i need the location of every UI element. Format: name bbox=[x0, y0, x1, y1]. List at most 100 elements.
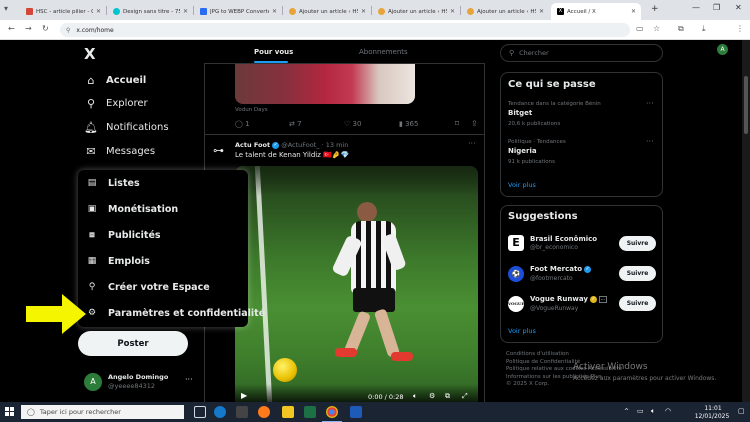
close-icon[interactable]: ✕ bbox=[450, 8, 455, 15]
more-icon[interactable]: ··· bbox=[185, 375, 193, 384]
menu-icon[interactable]: ⋮ bbox=[736, 24, 744, 33]
word-icon[interactable] bbox=[350, 406, 362, 418]
site-info-icon[interactable]: ⚲ bbox=[66, 27, 70, 34]
store-icon[interactable] bbox=[236, 406, 248, 418]
task-view-icon[interactable] bbox=[194, 406, 206, 418]
close-icon[interactable]: ✕ bbox=[183, 8, 188, 15]
close-icon[interactable]: ✕ bbox=[361, 8, 366, 15]
author-avatar[interactable]: ⊶ bbox=[213, 144, 231, 162]
footer-link[interactable]: Conditions d'utilisation bbox=[506, 351, 656, 359]
address-bar[interactable]: ⚲ x.com/home bbox=[60, 23, 630, 37]
menu-item-emplois[interactable]: ▦ Emplois bbox=[86, 255, 150, 267]
repost-button[interactable]: ⇄ 7 bbox=[289, 120, 302, 128]
close-icon[interactable]: ✕ bbox=[631, 8, 636, 15]
close-icon[interactable]: ✕ bbox=[96, 8, 101, 15]
sidebar-item-accueil[interactable]: ⌂ Accueil bbox=[84, 73, 147, 87]
follow-button[interactable]: Suivre bbox=[619, 236, 656, 251]
x-logo[interactable]: X bbox=[84, 45, 96, 63]
menu-item-creer-espace[interactable]: ⚲ Créer votre Espace bbox=[86, 281, 210, 293]
menu-item-publicites[interactable]: ⧈ Publicités bbox=[86, 229, 160, 241]
browser-tab[interactable]: Ajouter un article ‹ HS ✕ bbox=[283, 3, 371, 20]
taskbar-search[interactable]: ◯ Taper ici pour rechercher bbox=[21, 405, 184, 419]
notifications-icon[interactable]: ▢ bbox=[738, 407, 745, 415]
avatar[interactable]: E bbox=[508, 235, 524, 251]
reply-button[interactable]: ◯ 1 bbox=[235, 120, 250, 128]
back-icon[interactable]: ← bbox=[8, 24, 15, 33]
browser-tab[interactable]: Ajouter un article ‹ HS ✕ bbox=[461, 3, 549, 20]
download-icon[interactable]: ⤓ bbox=[702, 24, 706, 34]
account-switcher[interactable]: A Angelo Domingo @yeeee84312 ··· bbox=[84, 371, 204, 397]
suggestions-show-more[interactable]: Voir plus bbox=[508, 327, 536, 335]
post-button[interactable]: Poster bbox=[78, 331, 188, 356]
maximize-icon[interactable]: ❐ bbox=[713, 3, 720, 12]
reload-icon[interactable]: ↻ bbox=[42, 24, 49, 33]
profile-avatar[interactable]: A bbox=[717, 44, 728, 55]
tab-abonnements[interactable]: Abonnements bbox=[359, 48, 408, 56]
scrollbar-thumb[interactable] bbox=[744, 76, 748, 134]
like-button[interactable]: ♡ 30 bbox=[344, 120, 361, 128]
volume-icon[interactable]: 🔈︎ bbox=[651, 407, 655, 416]
close-icon[interactable]: ✕ bbox=[539, 8, 544, 15]
browser-tab[interactable]: Design sans titre - 750 ✕ bbox=[107, 3, 193, 20]
views-button[interactable]: ▮ 365 bbox=[399, 120, 418, 128]
settings-icon[interactable]: ⚙ bbox=[429, 392, 435, 400]
firefox-icon[interactable] bbox=[258, 406, 270, 418]
follow-button[interactable]: Suivre bbox=[619, 296, 656, 311]
menu-item-listes[interactable]: ▤ Listes bbox=[86, 177, 140, 189]
file-explorer-icon[interactable] bbox=[282, 406, 294, 418]
post-video[interactable]: ▶ 0:00 / 0:28 🔈︎ ⚙ ⧉ ⤢ bbox=[235, 166, 478, 402]
edge-icon[interactable] bbox=[214, 406, 226, 418]
avatar[interactable]: VOGUE bbox=[508, 296, 524, 312]
tray-chevron-icon[interactable]: ^ bbox=[624, 408, 629, 415]
pip-icon[interactable]: ⧉ bbox=[445, 392, 450, 401]
network-icon[interactable]: ▭ bbox=[637, 407, 644, 415]
share-icon[interactable]: ⇪ bbox=[471, 119, 478, 128]
browser-tab-active[interactable]: X Accueil / X ✕ bbox=[551, 3, 641, 20]
extensions-icon[interactable]: ⧉ bbox=[678, 24, 684, 34]
trends-show-more[interactable]: Voir plus bbox=[508, 181, 536, 189]
browser-tab[interactable]: HSC - article pilier - Co ✕ bbox=[20, 3, 106, 20]
clock-date[interactable]: 12/01/2025 bbox=[694, 413, 730, 420]
menu-item-parametres[interactable]: ⚙ Paramètres et confidentialité bbox=[86, 307, 265, 319]
fullscreen-icon[interactable]: ⤢ bbox=[462, 392, 468, 401]
more-icon[interactable]: ··· bbox=[646, 99, 654, 108]
menu-item-monetisation[interactable]: ▣ Monétisation bbox=[86, 203, 178, 215]
more-icon[interactable]: ··· bbox=[646, 137, 654, 146]
new-tab-button[interactable]: + bbox=[651, 4, 659, 14]
trend-name[interactable]: Bitget bbox=[508, 109, 532, 117]
trend-name[interactable]: Nigeria bbox=[508, 147, 537, 155]
author-name[interactable]: Actu Foot bbox=[235, 141, 270, 149]
scrollbar[interactable] bbox=[742, 40, 750, 402]
post-image[interactable] bbox=[235, 64, 415, 104]
close-icon[interactable]: ✕ bbox=[272, 8, 277, 15]
verified-icon: ✓ bbox=[589, 295, 597, 303]
minimize-icon[interactable]: — bbox=[692, 3, 700, 12]
browser-tab[interactable]: JPG to WEBP Converte ✕ bbox=[194, 3, 282, 20]
tab-search-icon[interactable]: ▾ bbox=[4, 4, 8, 13]
play-icon[interactable]: ▶ bbox=[241, 391, 247, 400]
bookmark-star-icon[interactable]: ☆ bbox=[653, 24, 660, 33]
post-time[interactable]: 13 min bbox=[326, 141, 349, 149]
sidebar-item-notifications[interactable]: 🔔︎ Notifications bbox=[84, 120, 169, 134]
search-icon: ◯ bbox=[27, 408, 35, 416]
tab-pour-vous[interactable]: Pour vous bbox=[254, 48, 293, 56]
clock-time[interactable]: 11:01 bbox=[697, 405, 729, 412]
close-window-icon[interactable]: ✕ bbox=[735, 3, 742, 12]
sidebar-item-explorer[interactable]: ⚲ Explorer bbox=[84, 96, 148, 110]
suggestions-title: Suggestions bbox=[508, 211, 578, 222]
follow-button[interactable]: Suivre bbox=[619, 266, 656, 281]
bookmark-icon[interactable]: ⌑ bbox=[455, 119, 459, 128]
author-handle[interactable]: @ActuFoot_ bbox=[281, 141, 319, 149]
install-app-icon[interactable]: ▭ bbox=[636, 24, 644, 33]
forward-icon[interactable]: → bbox=[25, 24, 32, 33]
windows-start-icon[interactable] bbox=[5, 407, 15, 417]
sidebar-item-messages[interactable]: ✉ Messages bbox=[84, 144, 155, 158]
volume-icon[interactable]: 🔈︎ bbox=[413, 392, 417, 401]
more-icon[interactable]: ··· bbox=[468, 139, 476, 148]
excel-icon[interactable] bbox=[304, 406, 316, 418]
browser-tab[interactable]: Ajouter un article ‹ HS ✕ bbox=[372, 3, 460, 20]
wifi-icon[interactable]: ◠ bbox=[665, 407, 671, 415]
search-input[interactable]: ⚲ Chercher bbox=[500, 44, 663, 62]
chrome-icon[interactable] bbox=[326, 406, 338, 418]
avatar[interactable]: ⚽ bbox=[508, 266, 524, 282]
